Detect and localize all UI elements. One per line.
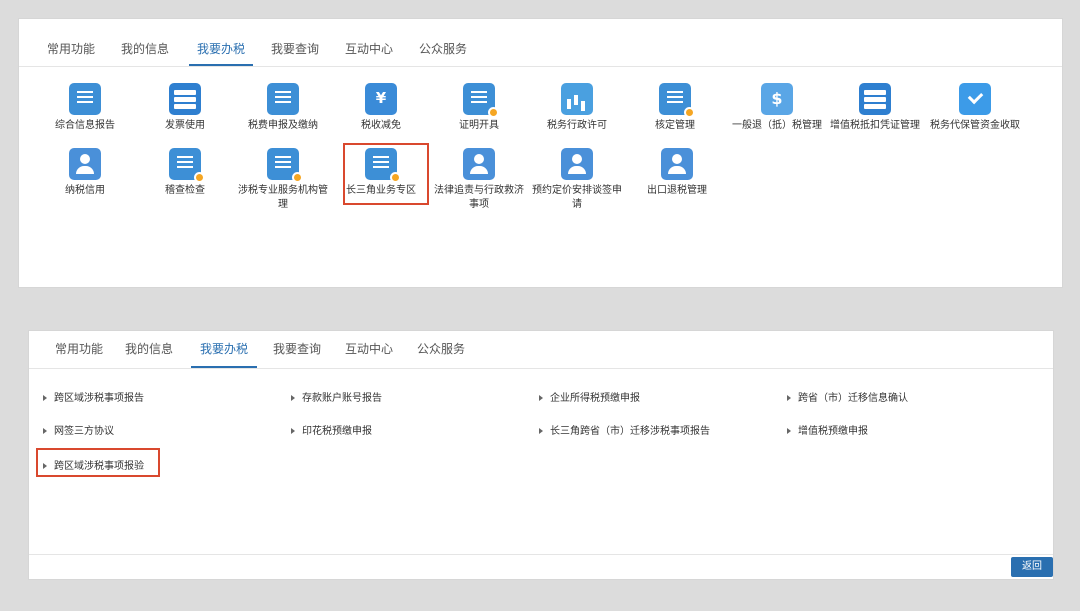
legal-icon	[463, 148, 495, 180]
tab-handle-tax[interactable]: 我要办税	[189, 31, 253, 66]
list-item-tripartite-agreement[interactable]: 网签三方协议	[43, 422, 114, 437]
tab-bar: 常用功能 我的信息 我要办税 我要查询 互动中心 公众服务	[29, 331, 1053, 369]
license-chart-icon	[561, 83, 593, 115]
list-item-cross-region-report[interactable]: 跨区域涉税事项报告	[43, 389, 144, 404]
caret-right-icon	[43, 428, 47, 434]
tab-bar: 常用功能 我的信息 我要办税 我要查询 互动中心 公众服务	[19, 31, 1062, 67]
caret-right-icon	[539, 428, 543, 434]
grid-item-admin-license[interactable]: 税务行政许可	[531, 83, 623, 133]
caret-right-icon	[291, 395, 295, 401]
highlight-box	[343, 143, 429, 205]
list-item-cross-province-confirm[interactable]: 跨省（市）迁移信息确认	[787, 389, 908, 404]
grid-item-inspection[interactable]: 稽查检查	[139, 148, 231, 198]
grid-item-tax-declare[interactable]: 税费申报及缴纳	[237, 83, 329, 133]
grid-item-credit[interactable]: 纳税信用	[39, 148, 131, 198]
tab-interaction-center[interactable]: 互动中心	[341, 331, 397, 368]
info-report-icon	[69, 83, 101, 115]
grid-item-custody-fund[interactable]: 税务代保管资金收取	[929, 83, 1021, 133]
caret-right-icon	[539, 395, 543, 401]
grid-item-invoice[interactable]: 发票使用	[139, 83, 231, 133]
caret-right-icon	[43, 395, 47, 401]
tax-declare-icon	[267, 83, 299, 115]
footer-divider	[29, 554, 1053, 555]
caret-right-icon	[787, 395, 791, 401]
tab-query[interactable]: 我要查询	[267, 31, 323, 66]
tab-common-functions[interactable]: 常用功能	[51, 331, 107, 368]
list-item-vat-prepayment[interactable]: 增值税预缴申报	[787, 422, 868, 437]
tab-query[interactable]: 我要查询	[269, 331, 325, 368]
credit-icon	[69, 148, 101, 180]
tab-my-info[interactable]: 我的信息	[121, 331, 177, 368]
grid-item-legal[interactable]: 法律追责与行政救济事项	[433, 148, 525, 212]
tab-handle-tax[interactable]: 我要办税	[191, 331, 257, 368]
inspection-icon	[169, 148, 205, 183]
list-item-cit-prepayment[interactable]: 企业所得税预缴申报	[539, 389, 640, 404]
tab-my-info[interactable]: 我的信息	[117, 31, 173, 66]
highlight-box	[36, 448, 160, 477]
grid-item-tax-relief[interactable]: 税收减免	[335, 83, 427, 133]
list-item-deposit-account-report[interactable]: 存款账户账号报告	[291, 389, 382, 404]
grid-item-agency[interactable]: 涉税专业服务机构管理	[237, 148, 329, 212]
grid-item-verification[interactable]: 核定管理	[629, 83, 721, 133]
caret-right-icon	[291, 428, 295, 434]
grid-item-certificate[interactable]: 证明开具	[433, 83, 525, 133]
tax-services-panel: 常用功能 我的信息 我要办税 我要查询 互动中心 公众服务 综合信息报告 发票使…	[18, 18, 1063, 288]
tax-relief-icon	[365, 83, 397, 115]
tab-interaction-center[interactable]: 互动中心	[341, 31, 397, 66]
caret-right-icon	[787, 428, 791, 434]
refund-icon	[761, 83, 793, 115]
grid-item-refund[interactable]: 一般退（抵）税管理	[731, 83, 823, 133]
tab-common-functions[interactable]: 常用功能	[43, 31, 99, 66]
custody-fund-icon	[959, 83, 991, 115]
pricing-icon	[561, 148, 593, 180]
grid-item-export-refund[interactable]: 出口退税管理	[631, 148, 723, 198]
yangtze-delta-panel: 常用功能 我的信息 我要办税 我要查询 互动中心 公众服务 跨区域涉税事项报告 …	[28, 330, 1054, 580]
grid-item-vat-voucher[interactable]: 增值税抵扣凭证管理	[829, 83, 921, 133]
agency-icon	[267, 148, 303, 183]
back-button[interactable]: 返回	[1011, 557, 1053, 577]
list-item-stamp-tax-prepayment[interactable]: 印花税预缴申报	[291, 422, 372, 437]
certificate-icon	[463, 83, 499, 118]
tab-public-services[interactable]: 公众服务	[413, 331, 469, 368]
invoice-icon	[169, 83, 201, 115]
verification-icon	[659, 83, 695, 118]
grid-item-pricing[interactable]: 预约定价安排谈签申请	[531, 148, 623, 212]
tab-public-services[interactable]: 公众服务	[415, 31, 471, 66]
grid-item-info-report[interactable]: 综合信息报告	[39, 83, 131, 133]
list-item-yangtze-migration-report[interactable]: 长三角跨省（市）迁移涉税事项报告	[539, 422, 710, 437]
export-refund-icon	[661, 148, 693, 180]
vat-voucher-icon	[859, 83, 891, 115]
